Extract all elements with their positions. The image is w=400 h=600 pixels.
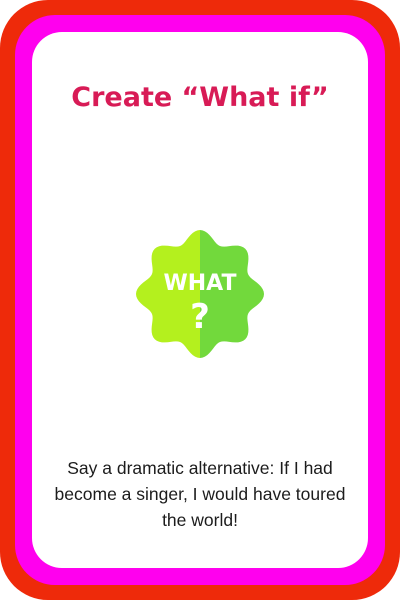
- badge-label: WHAT: [163, 271, 236, 296]
- what-question-badge-icon: WHAT ?: [136, 230, 264, 358]
- card-title: Create “What if”: [71, 82, 329, 113]
- card-prompt-text: Say a dramatic alternative: If I had bec…: [54, 458, 346, 530]
- badge-symbol: ?: [190, 297, 210, 337]
